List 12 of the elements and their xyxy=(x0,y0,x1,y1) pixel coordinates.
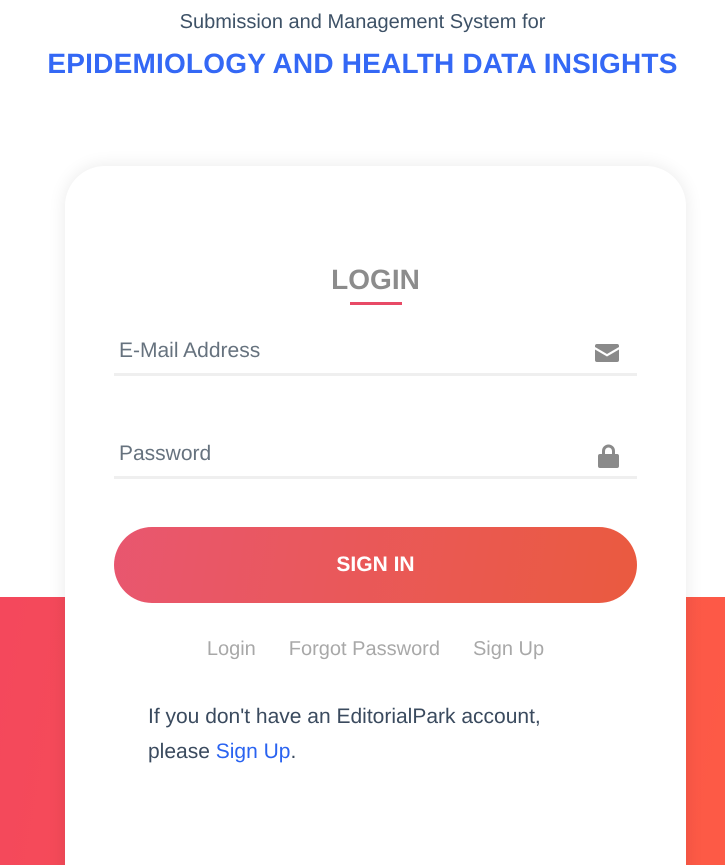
journal-title: EPIDEMIOLOGY AND HEALTH DATA INSIGHTS xyxy=(46,48,679,80)
sign-in-button[interactable]: SIGN IN xyxy=(114,527,637,603)
subtitle: Submission and Management System for xyxy=(178,11,546,34)
signup-note: If you don't have an EditorialPark account, please Sign Up. xyxy=(148,704,542,765)
sign-up-link[interactable]: Sign Up xyxy=(216,740,290,763)
nav-link[interactable]: Forgot Password xyxy=(288,638,440,661)
nav-link[interactable]: Sign Up xyxy=(472,638,544,661)
lock-icon xyxy=(598,444,619,468)
envelope-icon xyxy=(595,344,619,362)
nav-link[interactable]: Login xyxy=(206,638,256,661)
heading-underline xyxy=(350,302,402,305)
login-heading: LOGIN xyxy=(330,264,421,296)
